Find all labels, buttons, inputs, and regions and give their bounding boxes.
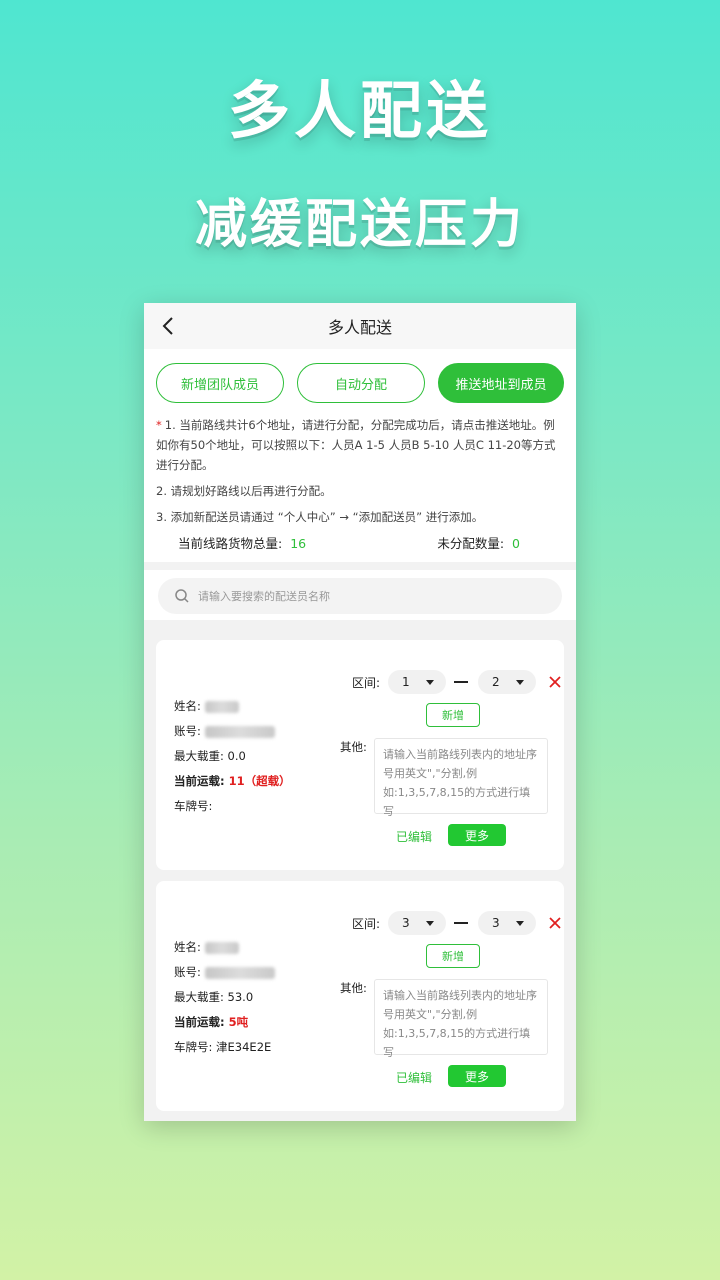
close-icon[interactable] [548,675,562,689]
assignment-panel: 新增团队成员 自动分配 推送地址到成员 * 1. 当前路线共计6个地址，请进行分配… [144,349,576,562]
more-button[interactable]: 更多 [448,824,506,846]
goods-total-label: 当前线路货物总量: [178,536,283,551]
range-from-select[interactable]: 3 [388,911,447,935]
plate-row: 车牌号: [174,794,291,819]
current-load-label: 当前运载: [174,1015,225,1029]
search-placeholder: 请输入要搜索的配送员名称 [198,590,330,603]
courier-info: 姓名: 账号: 最大载重: 0.0 当前运载: 11（超载） 车牌号: [174,694,291,819]
note-1-text: 1. 当前路线共计6个地址，请进行分配，分配完成功后，请点击推送地址。例如你有5… [156,418,556,472]
current-load-row: 当前运载: 5吨 [174,1010,275,1035]
name-label: 姓名: [174,699,201,713]
range-label: 区间: [352,675,381,690]
caret-down-icon [516,679,525,685]
courier-card: 姓名: 账号: 最大载重: 0.0 当前运载: 11（超载） 车牌号: 区间: … [156,640,564,870]
chevron-left-icon[interactable] [158,315,180,337]
caret-down-icon [426,920,435,926]
caret-down-icon [516,920,525,926]
totals-row: 当前线路货物总量: 16 未分配数量: 0 [156,533,564,552]
max-load-row: 最大载重: 0.0 [174,744,291,769]
max-load-value: 53.0 [227,990,254,1004]
account-label: 账号: [174,965,201,979]
search-icon [175,589,189,603]
account-label: 账号: [174,724,201,738]
range-from-select[interactable]: 1 [388,670,447,694]
search-bar: 请输入要搜索的配送员名称 [144,570,576,620]
range-dash [454,681,469,683]
more-button[interactable]: 更多 [448,1065,506,1087]
search-input[interactable]: 请输入要搜索的配送员名称 [158,578,562,614]
unassigned-label: 未分配数量: [437,536,505,551]
range-to-value: 2 [492,675,500,689]
note-1: * 1. 当前路线共计6个地址，请进行分配，分配完成功后，请点击推送地址。例如你有… [156,415,564,475]
instructions: * 1. 当前路线共计6个地址，请进行分配，分配完成功后，请点击推送地址。例如你有… [156,415,564,527]
current-load-row: 当前运载: 11（超载） [174,769,291,794]
action-buttons: 新增团队成员 自动分配 推送地址到成员 [156,363,564,403]
add-member-button[interactable]: 新增团队成员 [156,363,284,403]
page-title: 多人配送 [327,318,392,337]
add-range-button[interactable]: 新增 [426,703,480,727]
current-load-value: 11（超载） [228,774,291,788]
edited-status: 已编辑 [396,830,433,844]
push-address-button[interactable]: 推送地址到成员 [438,363,564,403]
redacted-name [204,700,239,713]
auto-assign-button[interactable]: 自动分配 [297,363,425,403]
other-label: 其他: [340,981,367,995]
note-3: 3. 添加新配送员请通过 “个人中心” → “添加配送员” 进行添加。 [156,510,484,524]
nav-bar: 多人配送 [144,303,576,349]
plate-value: 津E34E2E [216,1040,272,1054]
max-load-value: 0.0 [227,749,246,763]
range-label: 区间: [352,916,381,931]
range-from-value: 1 [402,675,410,689]
account-row: 账号: [174,719,291,744]
unassigned-value: 0 [512,536,520,551]
hero-subtitle: 减缓配送压力 [194,195,525,255]
redacted-account [204,725,275,738]
range-selector: 区间: 1 2 [352,670,562,694]
max-load-row: 最大载重: 53.0 [174,985,275,1010]
close-icon[interactable] [548,916,562,930]
required-star: * [156,418,162,432]
redacted-name [204,941,239,954]
current-load-label: 当前运载: [174,774,225,788]
other-input[interactable]: 请输入当前路线列表内的地址序号用英文","分割,例如:1,3,5,7,8,15的… [374,979,548,1059]
goods-total-value: 16 [290,536,307,551]
name-row: 姓名: [174,694,291,719]
add-range-button[interactable]: 新增 [426,944,480,968]
plate-label: 车牌号: [174,1040,213,1054]
other-label: 其他: [340,740,367,754]
name-label: 姓名: [174,940,201,954]
range-dash [454,922,469,924]
account-row: 账号: [174,960,275,985]
other-input[interactable]: 请输入当前路线列表内的地址序号用英文","分割,例如:1,3,5,7,8,15的… [374,738,548,818]
courier-card: 姓名: 账号: 最大载重: 53.0 当前运载: 5吨 车牌号: 津E34E2E… [156,881,564,1111]
hero-title: 多人配送 [227,74,492,147]
plate-label: 车牌号: [174,799,213,813]
caret-down-icon [426,679,435,685]
range-to-select[interactable]: 3 [478,911,537,935]
range-selector: 区间: 3 3 [352,911,562,935]
courier-info: 姓名: 账号: 最大载重: 53.0 当前运载: 5吨 车牌号: 津E34E2E [174,935,275,1060]
note-2: 2. 请规划好路线以后再进行分配。 [156,484,332,498]
range-to-value: 3 [492,916,500,930]
unassigned-total: 未分配数量: 0 [437,533,520,552]
max-load-label: 最大载重: [174,990,224,1004]
redacted-account [204,966,275,979]
edited-status: 已编辑 [396,1071,433,1085]
range-to-select[interactable]: 2 [478,670,537,694]
range-from-value: 3 [402,916,410,930]
max-load-label: 最大载重: [174,749,224,763]
goods-total: 当前线路货物总量: 16 [178,533,306,552]
current-load-value: 5吨 [228,1015,249,1029]
name-row: 姓名: [174,935,275,960]
plate-row: 车牌号: 津E34E2E [174,1035,275,1060]
app-screen: 多人配送 新增团队成员 自动分配 推送地址到成员 * 1. 当前路线共计6个地址，… [144,303,576,1121]
